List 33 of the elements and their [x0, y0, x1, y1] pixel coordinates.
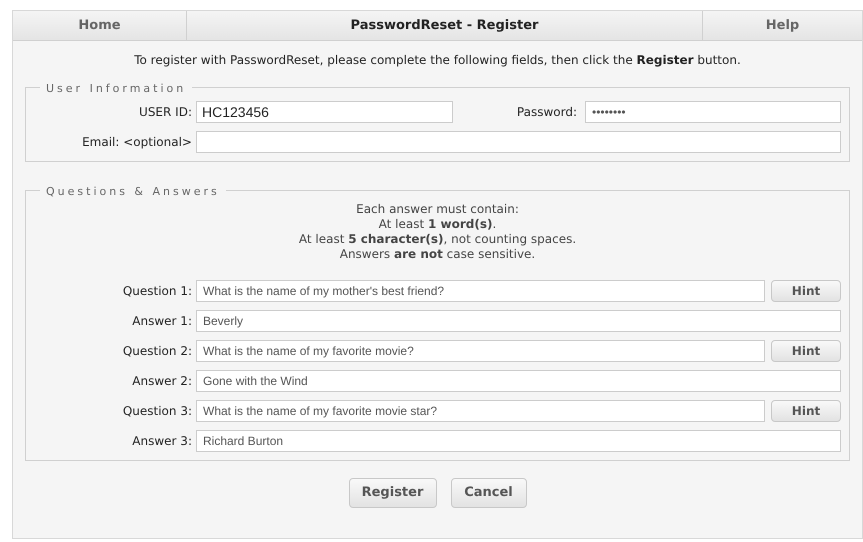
page-title: PasswordReset - Register	[350, 16, 538, 35]
field-label: USER ID:	[139, 104, 192, 121]
question-field[interactable]: What is the name of my mother's best friend?	[196, 280, 765, 302]
question-field[interactable]: What is the name of my favorite movie?	[196, 340, 765, 362]
section-legend: User Information	[46, 82, 186, 95]
hint-button[interactable]: Hint	[771, 400, 841, 422]
field-label: Question 1:	[122, 283, 192, 300]
field-label: Password:	[516, 104, 577, 121]
rule-text: At least 5 character(s), not counting spaces.	[298, 232, 576, 247]
field-label: Answer 3:	[132, 433, 192, 450]
field-label: Answer 2:	[132, 373, 192, 390]
field-label: Email: <optional>	[82, 134, 192, 151]
cancel-button[interactable]: Cancel	[450, 478, 526, 508]
hint-button[interactable]: Hint	[771, 280, 841, 302]
answer-field[interactable]: Beverly	[196, 310, 841, 332]
password-field[interactable]: ••••••••	[585, 101, 841, 123]
nav-link[interactable]: Help	[766, 16, 800, 36]
hint-button[interactable]: Hint	[771, 340, 841, 362]
rule-text: Answers are not case sensitive.	[340, 247, 536, 262]
email-field[interactable]	[196, 131, 841, 153]
intro-text: To register with PasswordReset, please complete the following fields, then click the Register button.	[134, 52, 741, 69]
rule-text: At least 1 word(s).	[378, 217, 496, 232]
question-field[interactable]: What is the name of my favorite movie star?	[196, 400, 765, 422]
field-label: Question 2:	[122, 343, 192, 360]
nav-link[interactable]: Home	[78, 16, 121, 36]
answer-field[interactable]: Richard Burton	[196, 430, 841, 452]
answer-field[interactable]: Gone with the Wind	[196, 370, 841, 392]
register-button[interactable]: Register	[348, 478, 436, 508]
rule-text: Each answer must contain:	[356, 202, 519, 217]
section-legend: Questions & Answers	[46, 185, 220, 198]
user-id-field[interactable]: HC123456	[196, 101, 453, 123]
field-label: Answer 1:	[132, 313, 192, 330]
field-label: Question 3:	[122, 403, 192, 420]
